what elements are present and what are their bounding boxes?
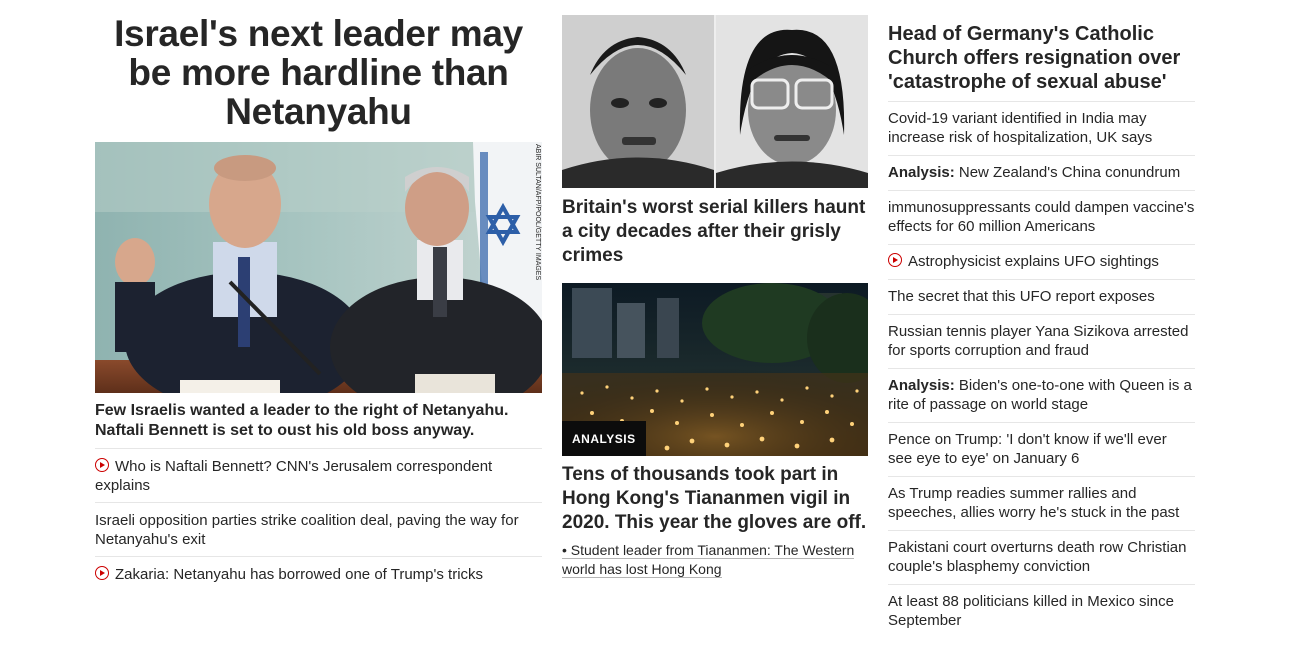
headline-link-biden-queen[interactable]: Analysis: Biden's one-to-one with Queen … [888, 377, 1192, 413]
list-item: Pence on Trump: 'I don't know if we'll e… [888, 423, 1195, 477]
list-item: Who is Naftali Bennett? CNN's Jerusalem … [95, 449, 542, 503]
headline-link-trump-rallies[interactable]: As Trump readies summer rallies and spee… [888, 485, 1179, 521]
headline-link-ufo-report[interactable]: The secret that this UFO report exposes [888, 288, 1155, 305]
play-circle-icon [95, 566, 109, 580]
headline-link-sizikova[interactable]: Russian tennis player Yana Sizikova arre… [888, 323, 1188, 359]
right-headlines-list: Covid-19 variant identified in India may… [888, 102, 1195, 638]
list-item: immunosuppressants could dampen vaccine'… [888, 191, 1195, 245]
list-item: Pakistani court overturns death row Chri… [888, 531, 1195, 585]
related-link-coalition[interactable]: Israeli opposition parties strike coalit… [95, 512, 519, 548]
photo-credit: ABIR SULTAN/AFP/POOL/GETTY IMAGES [534, 144, 541, 280]
headline-link-immunosuppressants[interactable]: immunosuppressants could dampen vaccine'… [888, 199, 1194, 235]
tiananmen-related-link[interactable]: • Student leader from Tiananmen: The Wes… [562, 542, 855, 578]
related-link-zakaria[interactable]: Zakaria: Netanyahu has borrowed one of T… [95, 566, 483, 583]
lead-related-links: Who is Naftali Bennett? CNN's Jerusalem … [95, 449, 542, 591]
headline-link-pence[interactable]: Pence on Trump: 'I don't know if we'll e… [888, 431, 1167, 467]
mugshots-photo [562, 15, 868, 188]
list-item: Analysis: New Zealand's China conundrum [888, 156, 1195, 191]
tiananmen-headline-link[interactable]: Tens of thousands took part in Hong Kong… [562, 463, 868, 535]
related-link-bennett[interactable]: Who is Naftali Bennett? CNN's Jerusalem … [95, 458, 492, 494]
right-headline-link[interactable]: Head of Germany's Catholic Church offers… [888, 22, 1195, 102]
serial-killers-headline-link[interactable]: Britain's worst serial killers haunt a c… [562, 196, 868, 268]
play-circle-icon [95, 458, 109, 472]
list-item: As Trump readies summer rallies and spee… [888, 477, 1195, 531]
lead-caption-link[interactable]: Few Israelis wanted a leader to the righ… [95, 401, 542, 449]
headline-link-ufo-video[interactable]: Astrophysicist explains UFO sightings [888, 253, 1159, 270]
middle-column: Britain's worst serial killers haunt a c… [562, 0, 868, 579]
bennett-netanyahu-photo: ABIR SULTAN/AFP/POOL/GETTY IMAGES [95, 142, 542, 393]
list-item: Israeli opposition parties strike coalit… [95, 503, 542, 557]
headline-link-covid-variant[interactable]: Covid-19 variant identified in India may… [888, 110, 1152, 146]
lead-hero-image[interactable]: ABIR SULTAN/AFP/POOL/GETTY IMAGES [95, 142, 542, 393]
list-item: Astrophysicist explains UFO sightings [888, 245, 1195, 280]
right-column: Head of Germany's Catholic Church offers… [888, 0, 1195, 638]
tiananmen-vigil-image[interactable]: ANALYSIS [562, 283, 868, 456]
list-item: Covid-19 variant identified in India may… [888, 102, 1195, 156]
headline-link-nz-china[interactable]: Analysis: New Zealand's China conundrum [888, 164, 1180, 181]
play-circle-icon [888, 253, 902, 267]
headline-link-mexico[interactable]: At least 88 politicians killed in Mexico… [888, 593, 1174, 629]
list-item: At least 88 politicians killed in Mexico… [888, 585, 1195, 638]
lead-story-column: Israel's next leader may be more hardlin… [95, 0, 542, 591]
list-item: Zakaria: Netanyahu has borrowed one of T… [95, 557, 542, 591]
serial-killers-image[interactable] [562, 15, 868, 188]
headline-link-pakistan[interactable]: Pakistani court overturns death row Chri… [888, 539, 1186, 575]
analysis-badge: ANALYSIS [562, 421, 646, 456]
related-link-wrapper: • Student leader from Tiananmen: The Wes… [562, 541, 868, 579]
list-item: Analysis: Biden's one-to-one with Queen … [888, 369, 1195, 423]
list-item: The secret that this UFO report exposes [888, 280, 1195, 315]
lead-headline-link[interactable]: Israel's next leader may be more hardlin… [95, 14, 542, 131]
list-item: Russian tennis player Yana Sizikova arre… [888, 315, 1195, 369]
